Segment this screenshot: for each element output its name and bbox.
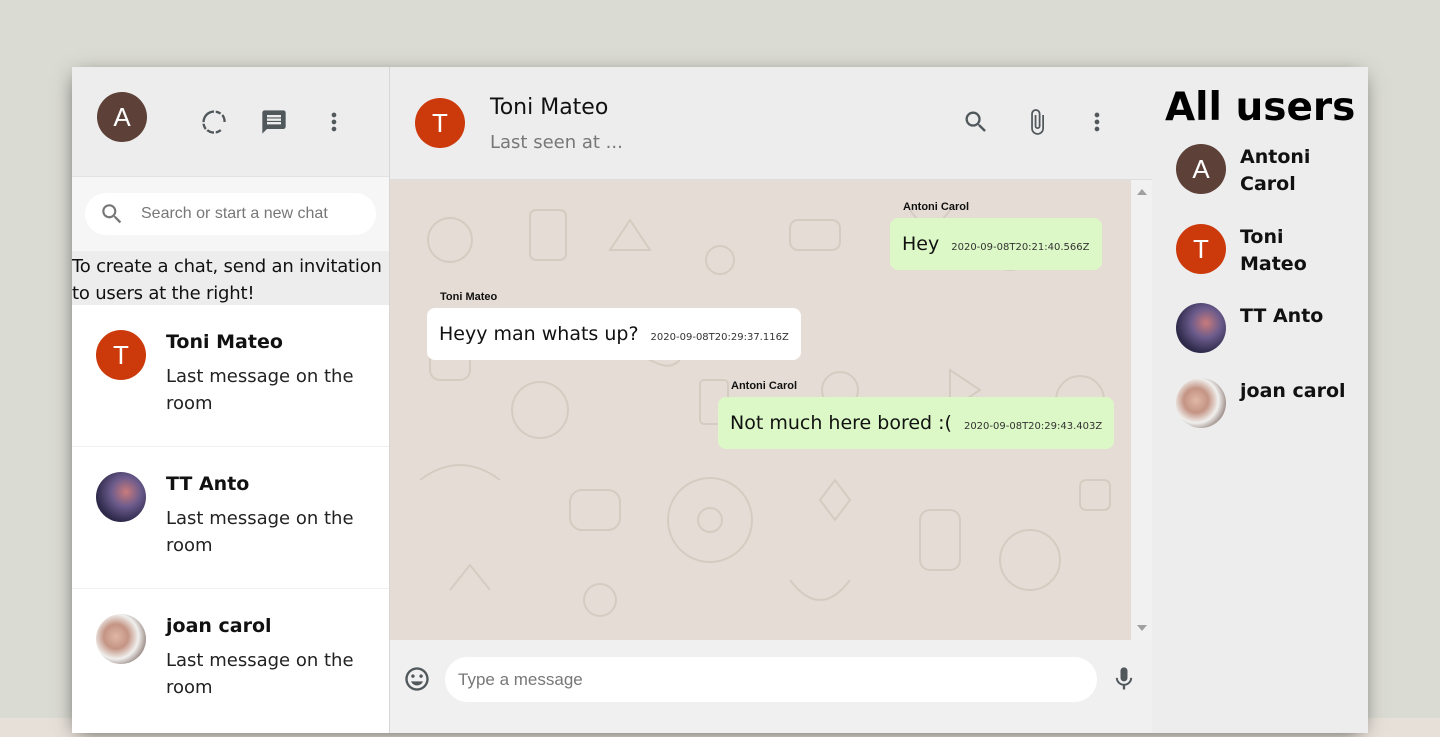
message-author: Antoni Carol bbox=[731, 380, 797, 392]
chat-avatar bbox=[96, 472, 146, 522]
chat-list-item[interactable]: TT Anto Last message on the room bbox=[72, 447, 389, 589]
emoji-icon[interactable] bbox=[399, 661, 435, 697]
chat-body[interactable]: Antoni Carol Hey 2020-09-08T20:21:40.566… bbox=[390, 180, 1152, 640]
message-time: 2020-09-08T20:21:40.566Z bbox=[951, 241, 1090, 253]
user-avatar bbox=[1176, 378, 1226, 428]
scroll-down-arrow-icon[interactable] bbox=[1137, 625, 1147, 631]
chat-last-message: Last message on the room bbox=[166, 366, 354, 414]
chat-avatar: T bbox=[96, 330, 146, 380]
message-author: Antoni Carol bbox=[903, 201, 969, 213]
message-input[interactable] bbox=[458, 669, 1058, 690]
contact-name: Toni Mateo bbox=[490, 95, 609, 120]
chat-name: joan carol bbox=[166, 615, 272, 637]
user-avatar bbox=[1176, 303, 1226, 353]
all-users-panel: All users A Antoni Carol T Toni Mateo TT… bbox=[1152, 67, 1368, 718]
search-icon bbox=[102, 204, 122, 224]
message-bubble: Not much here bored :( 2020-09-08T20:29:… bbox=[718, 397, 1115, 449]
paperclip-icon[interactable] bbox=[1019, 104, 1055, 140]
message-text: Heyy man whats up? bbox=[439, 323, 639, 345]
user-name: joan carol bbox=[1240, 380, 1346, 402]
chat-list-item[interactable]: T Toni Mateo Last message on the room bbox=[72, 305, 389, 447]
chat-header: T Toni Mateo Last seen at ... bbox=[390, 67, 1152, 180]
user-list-item[interactable]: TT Anto bbox=[1176, 303, 1350, 353]
user-avatar-initial: T bbox=[1193, 233, 1209, 264]
chat-scrollbar[interactable] bbox=[1131, 180, 1152, 640]
search-box bbox=[85, 193, 376, 235]
chat-list: T Toni Mateo Last message on the room TT… bbox=[72, 305, 389, 733]
chat-avatar-initial: T bbox=[113, 339, 129, 370]
app-window: A To create a chat, send an invitation t… bbox=[72, 67, 1368, 733]
user-name: Toni Mateo bbox=[1240, 226, 1307, 275]
message-text: Not much here bored :( bbox=[730, 412, 952, 434]
chat-name: TT Anto bbox=[166, 473, 250, 495]
all-users-title: All users bbox=[1165, 85, 1356, 130]
more-vert-icon[interactable] bbox=[1079, 104, 1115, 140]
invite-instructions: To create a chat, send an invitation to … bbox=[72, 251, 389, 305]
message-bubble: Hey 2020-09-08T20:21:40.566Z bbox=[890, 218, 1102, 270]
user-avatar: T bbox=[1176, 224, 1226, 274]
chat-last-message: Last message on the room bbox=[166, 650, 354, 698]
sidebar: A To create a chat, send an invitation t… bbox=[72, 67, 390, 733]
message-author: Toni Mateo bbox=[440, 291, 498, 303]
search-container bbox=[72, 177, 389, 251]
user-name: TT Anto bbox=[1240, 305, 1324, 327]
more-vert-icon[interactable] bbox=[316, 104, 352, 140]
chat-last-message: Last message on the room bbox=[166, 508, 354, 556]
chat-panel: T Toni Mateo Last seen at ... Antoni Car… bbox=[390, 67, 1152, 733]
message-icon[interactable] bbox=[256, 104, 292, 140]
message-time: 2020-09-08T20:29:43.403Z bbox=[963, 420, 1103, 432]
search-input[interactable] bbox=[141, 205, 361, 223]
mic-icon[interactable] bbox=[1106, 661, 1142, 697]
search-icon[interactable] bbox=[958, 104, 994, 140]
chat-list-item[interactable]: joan carol Last message on the room bbox=[72, 589, 389, 731]
contact-avatar[interactable]: T bbox=[415, 98, 465, 148]
user-name: Antoni Carol bbox=[1240, 146, 1311, 195]
chat-footer bbox=[390, 640, 1152, 733]
user-list-item[interactable]: T Toni Mateo bbox=[1176, 224, 1350, 278]
last-seen: Last seen at ... bbox=[490, 132, 623, 153]
my-avatar-initial: A bbox=[113, 101, 131, 132]
user-avatar-initial: A bbox=[1192, 153, 1210, 184]
user-avatar: A bbox=[1176, 144, 1226, 194]
chat-name: Toni Mateo bbox=[166, 331, 283, 353]
message-time: 2020-09-08T20:29:37.116Z bbox=[650, 331, 789, 343]
chat-avatar bbox=[96, 614, 146, 664]
user-list-item[interactable]: A Antoni Carol bbox=[1176, 144, 1350, 198]
user-list-item[interactable]: joan carol bbox=[1176, 378, 1350, 428]
sidebar-header: A bbox=[72, 67, 389, 177]
status-icon[interactable] bbox=[196, 104, 232, 140]
my-avatar[interactable]: A bbox=[97, 92, 147, 142]
message-input-box bbox=[445, 657, 1097, 702]
message-bubble: Heyy man whats up? 2020-09-08T20:29:37.1… bbox=[427, 308, 801, 360]
message-text: Hey bbox=[902, 233, 940, 255]
contact-avatar-initial: T bbox=[432, 107, 448, 138]
scroll-up-arrow-icon[interactable] bbox=[1137, 189, 1147, 195]
